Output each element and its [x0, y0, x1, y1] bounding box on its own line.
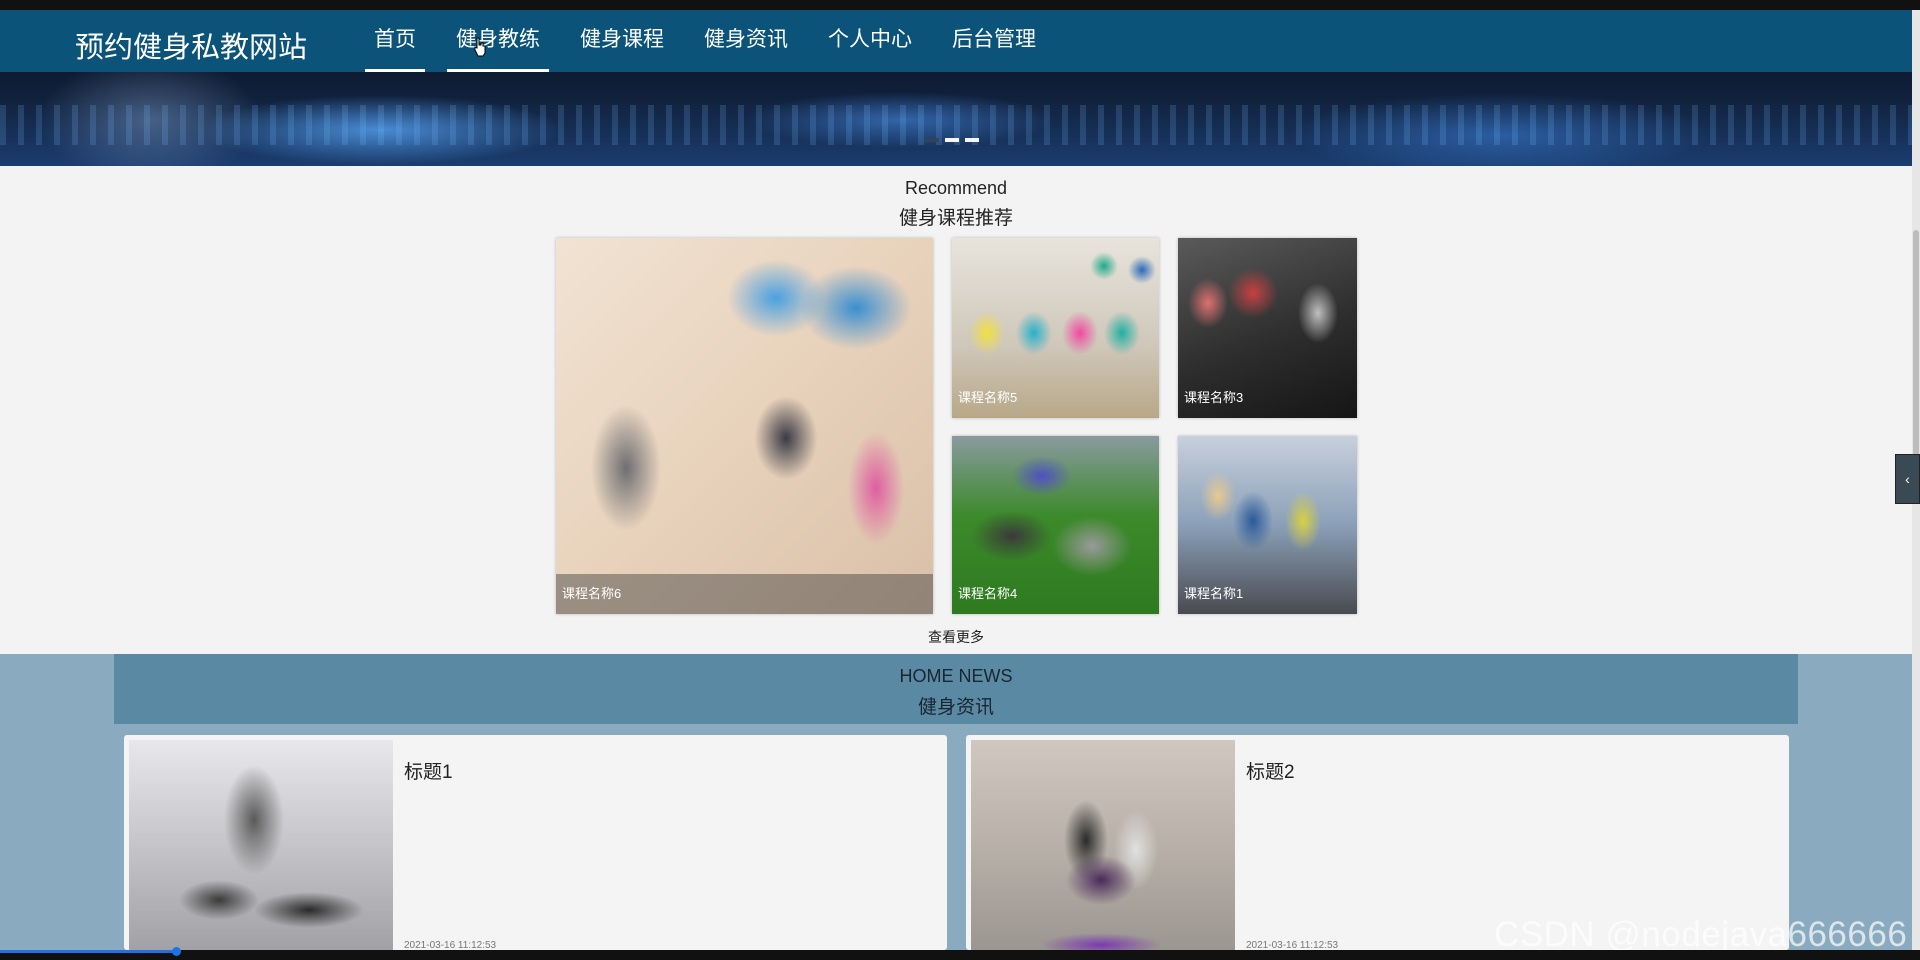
course-name: 课程名称5 — [958, 390, 1018, 405]
news-title-zh: 健身资讯 — [917, 697, 994, 718]
news-date: 2021-03-16 11:12:53 — [1246, 940, 1339, 950]
recommend-title-zh: 健身课程推荐 — [898, 208, 1013, 229]
nav-item-coaches[interactable]: 健身教练 — [447, 10, 549, 72]
news-title[interactable]: 标题2 — [1246, 757, 1295, 784]
news-title-en: HOME NEWS — [899, 666, 1013, 686]
course-card[interactable]: 课程名称5 — [952, 238, 1159, 418]
nav-item-news[interactable]: 健身资讯 — [695, 10, 797, 72]
top-navigation: 预约健身私教网站 首页 健身教练 健身课程 健身资讯 个人中心 后台管理 — [0, 10, 1912, 72]
course-card-large[interactable]: 课程名称6 — [556, 238, 933, 614]
news-header: HOME NEWS 健身资讯 — [114, 654, 1798, 724]
carousel-dot-1[interactable] — [925, 138, 939, 142]
news-date: 2021-03-16 11:12:53 — [404, 940, 497, 950]
course-name: 课程名称4 — [958, 586, 1018, 601]
course-card[interactable]: 课程名称1 — [1178, 436, 1357, 614]
course-card[interactable]: 课程名称4 — [952, 436, 1159, 614]
video-progress-bar[interactable] — [0, 950, 176, 953]
view-more-link[interactable]: 查看更多 — [0, 627, 1912, 647]
nav-item-courses[interactable]: 健身课程 — [571, 10, 673, 72]
course-name: 课程名称6 — [556, 574, 933, 614]
news-title[interactable]: 标题1 — [404, 757, 453, 784]
course-card[interactable]: 课程名称3 — [1178, 238, 1357, 418]
carousel-dot-3[interactable] — [965, 138, 979, 142]
scrollbar-thumb[interactable] — [1913, 230, 1919, 460]
watermark: CSDN @nodejava666666 — [1494, 915, 1908, 950]
news-thumbnail[interactable] — [129, 740, 393, 950]
nav-item-profile[interactable]: 个人中心 — [819, 10, 921, 72]
course-name: 课程名称1 — [1184, 586, 1244, 601]
chevron-left-icon[interactable]: ‹ — [1895, 454, 1920, 504]
hand-cursor-icon — [474, 37, 486, 57]
recommend-title-en: Recommend — [904, 178, 1008, 198]
nav-item-home[interactable]: 首页 — [365, 10, 425, 72]
video-progress-handle[interactable] — [172, 947, 181, 956]
nav-item-admin[interactable]: 后台管理 — [943, 10, 1045, 72]
window-bottom-edge — [0, 950, 1920, 960]
carousel-dot-2[interactable] — [945, 138, 959, 142]
site-logo[interactable]: 预约健身私教网站 — [75, 24, 307, 66]
nav-menu: 首页 健身教练 健身课程 健身资讯 个人中心 后台管理 — [365, 10, 1067, 72]
carousel-indicators — [925, 138, 979, 142]
course-name: 课程名称3 — [1184, 390, 1244, 405]
news-thumbnail[interactable] — [971, 740, 1235, 950]
news-card[interactable]: 标题1 2021-03-16 11:12:53 — [124, 735, 947, 950]
page: 预约健身私教网站 首页 健身教练 健身课程 健身资讯 个人中心 后台管理 Rec… — [0, 10, 1920, 950]
window-top-edge — [0, 0, 1920, 10]
